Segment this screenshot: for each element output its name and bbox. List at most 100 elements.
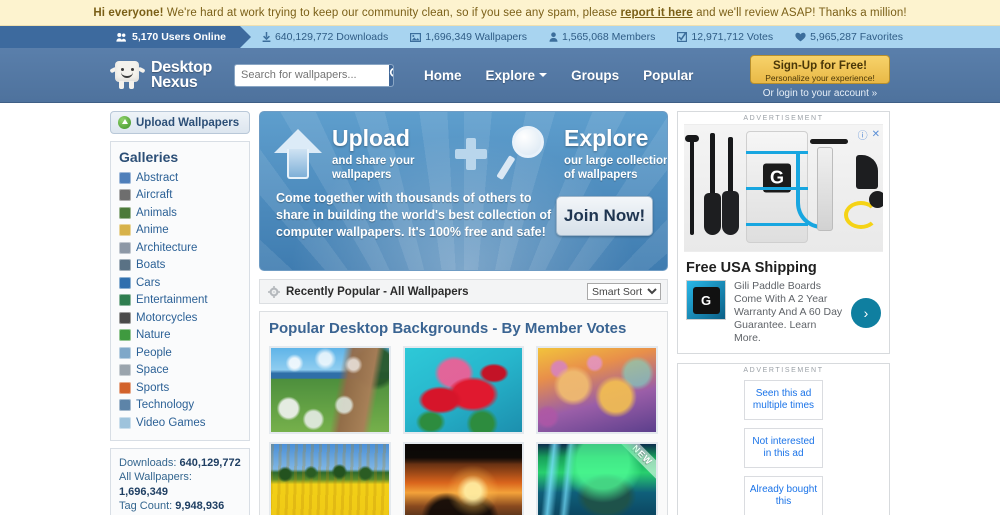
- search-button[interactable]: [389, 64, 394, 86]
- mascot-icon: [109, 59, 146, 91]
- site-logo[interactable]: Desktop Nexus: [109, 59, 212, 91]
- gallery-item-label: Aircraft: [136, 189, 173, 202]
- beach-sunset-wallpaper[interactable]: [402, 442, 525, 515]
- gallery-item-label: Technology: [136, 399, 195, 412]
- gallery-item-label: Entertainment: [136, 294, 208, 307]
- gallery-item-space[interactable]: Space: [119, 362, 241, 380]
- promo-bottom-row: Come together with thousands of others t…: [260, 184, 667, 241]
- recently-popular-heading: Recently Popular - All Wallpapers: [268, 285, 469, 298]
- users-online-label: 5,170 Users Online: [132, 31, 226, 43]
- paddle-handle-1: [685, 135, 699, 142]
- main-content: Upload and share your wallpapers Explore…: [259, 111, 668, 515]
- adchoices-icon[interactable]: ⓘ: [858, 127, 868, 142]
- ad-feedback-option-2[interactable]: Not interested in this ad: [744, 428, 823, 468]
- notice-text-after: and we'll review ASAP! Thanks a million!: [692, 6, 907, 19]
- air-pump-graphic: [817, 147, 833, 231]
- gallery-item-cars[interactable]: Cars: [119, 274, 241, 292]
- aurora-waterfall-wallpaper[interactable]: NEW: [536, 442, 658, 515]
- magnifier-icon: [496, 124, 556, 184]
- stat-downloads-label: 640,129,772 Downloads: [274, 31, 389, 43]
- sunflower-field-wallpaper[interactable]: [269, 442, 391, 515]
- gallery-item-video-games[interactable]: Video Games: [119, 414, 241, 432]
- gallery-item-animals[interactable]: Animals: [119, 204, 241, 222]
- gallery-item-label: Abstract: [136, 171, 179, 184]
- gallery-item-label: Nature: [136, 329, 171, 342]
- nav-popular-label: Popular: [643, 67, 694, 83]
- gallery-item-boats[interactable]: Boats: [119, 257, 241, 275]
- gallery-item-technology[interactable]: Technology: [119, 397, 241, 415]
- paddle-blade-3: [722, 191, 739, 235]
- gallery-item-aircraft[interactable]: Aircraft: [119, 187, 241, 205]
- gallery-item-label: Sports: [136, 381, 170, 394]
- abstract-icon: [119, 171, 131, 184]
- ad-feedback-options: Seen this ad multiple times Not intereste…: [678, 376, 889, 515]
- nav-item-popular[interactable]: Popular: [643, 68, 693, 83]
- ad-label-primary: ADVERTISEMENT: [678, 112, 889, 124]
- ad-image[interactable]: ⓘ ✕: [684, 124, 883, 252]
- ad-cta-button[interactable]: ›: [851, 297, 881, 328]
- fantasy-cats-wallpaper[interactable]: [536, 346, 658, 434]
- gallery-item-label: Video Games: [136, 416, 206, 429]
- cars-icon: [119, 276, 131, 289]
- users-online-badge: 5,170 Users Online: [0, 26, 251, 48]
- ad-headline[interactable]: Free USA Shipping: [678, 252, 889, 280]
- gallery-item-abstract[interactable]: Abstract: [119, 169, 241, 187]
- motorcycles-icon: [119, 311, 131, 324]
- site-stats-bar: 5,170 Users Online 640,129,772 Downloads…: [0, 26, 1000, 48]
- gallery-item-label: Anime: [136, 224, 169, 237]
- upload-wallpapers-button[interactable]: Upload Wallpapers: [110, 111, 250, 134]
- pump-handle-graphic: [810, 139, 848, 144]
- nav-item-home[interactable]: Home: [424, 68, 462, 83]
- stat-allwallpapers-label: All Wallpapers:: [119, 471, 192, 483]
- gallery-item-people[interactable]: People: [119, 344, 241, 362]
- close-icon[interactable]: ✕: [872, 129, 880, 140]
- nav-item-groups[interactable]: Groups: [571, 68, 619, 83]
- stat-members-label: 1,565,068 Members: [562, 31, 656, 43]
- gallery-item-nature[interactable]: Nature: [119, 327, 241, 345]
- gallery-item-entertainment[interactable]: Entertainment: [119, 292, 241, 310]
- signup-button[interactable]: Sign-Up for Free! Personalize your exper…: [750, 55, 890, 84]
- search-input[interactable]: [235, 64, 390, 86]
- ad-feedback-option-3[interactable]: Already bought this: [744, 476, 823, 515]
- site-header: Desktop Nexus Home Explore Groups Popula…: [0, 48, 1000, 103]
- video-games-icon: [119, 416, 131, 429]
- promo-explore-word: Explore: [564, 124, 649, 151]
- stat-votes-label: 12,971,712 Votes: [691, 31, 774, 43]
- upload-icon: [118, 116, 131, 129]
- sort-select[interactable]: Smart Sort: [587, 283, 661, 300]
- nature-icon: [119, 329, 131, 342]
- stat-members: 1,565,068 Members: [549, 31, 655, 43]
- search-bar[interactable]: [234, 63, 395, 87]
- nav-item-explore[interactable]: Explore: [486, 68, 548, 83]
- gallery-item-label: Cars: [136, 276, 161, 289]
- notice-text-before: We're hard at work trying to keep our co…: [163, 6, 621, 19]
- promo-upload-word: Upload: [332, 124, 410, 151]
- promo-upload-sub: and share your wallpapers: [332, 154, 415, 181]
- nav-explore-label: Explore: [485, 67, 536, 83]
- boats-icon: [119, 259, 131, 272]
- join-now-button[interactable]: Join Now!: [556, 195, 653, 236]
- people-icon: [119, 346, 131, 359]
- notice-greeting: Hi everyone!: [93, 6, 164, 19]
- roses-butterfly-wallpaper[interactable]: [402, 346, 525, 434]
- coastal-flowers-wallpaper[interactable]: [269, 346, 391, 434]
- stat-favorites-label: 5,965,287 Favorites: [810, 31, 903, 43]
- gallery-item-motorcycles[interactable]: Motorcycles: [119, 309, 241, 327]
- gallery-item-anime[interactable]: Anime: [119, 222, 241, 240]
- report-spam-link[interactable]: report it here: [620, 7, 692, 19]
- gallery-item-label: Motorcycles: [136, 311, 198, 324]
- logo-line-2: Nexus: [151, 74, 198, 91]
- site-notice-bar: Hi everyone! We're hard at work trying t…: [0, 0, 1000, 26]
- gallery-item-label: People: [136, 346, 172, 359]
- stat-allwallpapers-row: All Wallpapers: 1,696,349: [119, 470, 241, 499]
- adchoices-controls[interactable]: ⓘ ✕: [858, 127, 880, 142]
- architecture-icon: [119, 241, 131, 254]
- paddle-shaft-3: [728, 137, 733, 199]
- ad-feedback-option-1[interactable]: Seen this ad multiple times: [744, 380, 823, 420]
- promo-banner[interactable]: Upload and share your wallpapers Explore…: [259, 111, 668, 271]
- stat-downloads-row: Downloads: 640,129,772: [119, 456, 241, 471]
- stat-tagcount-row: Tag Count: 9,948,936: [119, 499, 241, 514]
- gallery-item-sports[interactable]: Sports: [119, 379, 241, 397]
- gallery-item-architecture[interactable]: Architecture: [119, 239, 241, 257]
- login-link[interactable]: Or login to your account »: [750, 88, 890, 99]
